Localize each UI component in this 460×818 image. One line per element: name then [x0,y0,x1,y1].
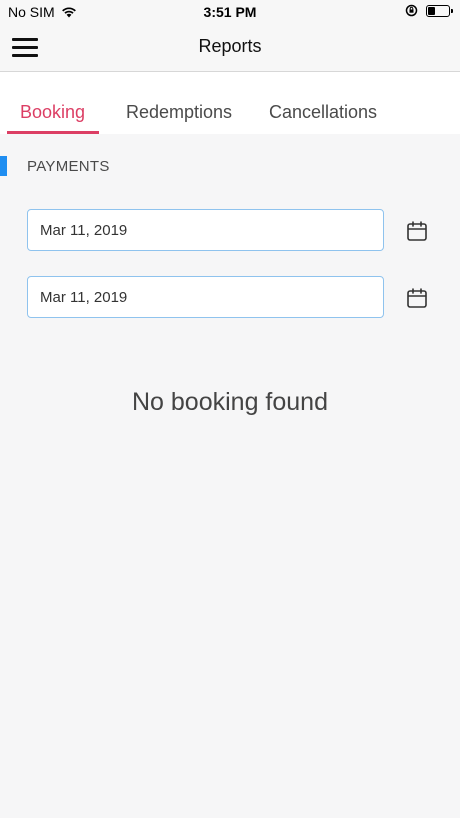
tab-booking[interactable]: Booking [20,102,85,123]
status-right [405,4,453,17]
report-tabs: Booking Redemptions Cancellations [0,72,460,134]
battery-level [428,6,435,15]
status-time: 3:51 PM [203,4,257,20]
tab-redemptions[interactable]: Redemptions [126,102,232,123]
section-label: PAYMENTS [27,158,110,175]
orientation-lock-icon [405,4,418,17]
calendar-icon[interactable] [406,220,428,242]
reports-screen: No SIM 3:51 PM Reports Booking Redemptio… [0,0,460,818]
section-marker [0,156,7,176]
battery-tip [451,8,453,13]
tab-cancellations[interactable]: Cancellations [269,102,377,123]
start-date-field[interactable]: Mar 11, 2019 [27,209,384,251]
battery-icon [426,4,453,17]
active-tab-indicator [7,131,99,134]
calendar-icon[interactable] [406,287,428,309]
nav-bar: Reports [0,24,460,72]
empty-state-message: No booking found [132,388,328,416]
end-date-field[interactable]: Mar 11, 2019 [27,276,384,318]
status-bar: No SIM 3:51 PM [0,0,460,24]
page-title: Reports [198,36,262,56]
